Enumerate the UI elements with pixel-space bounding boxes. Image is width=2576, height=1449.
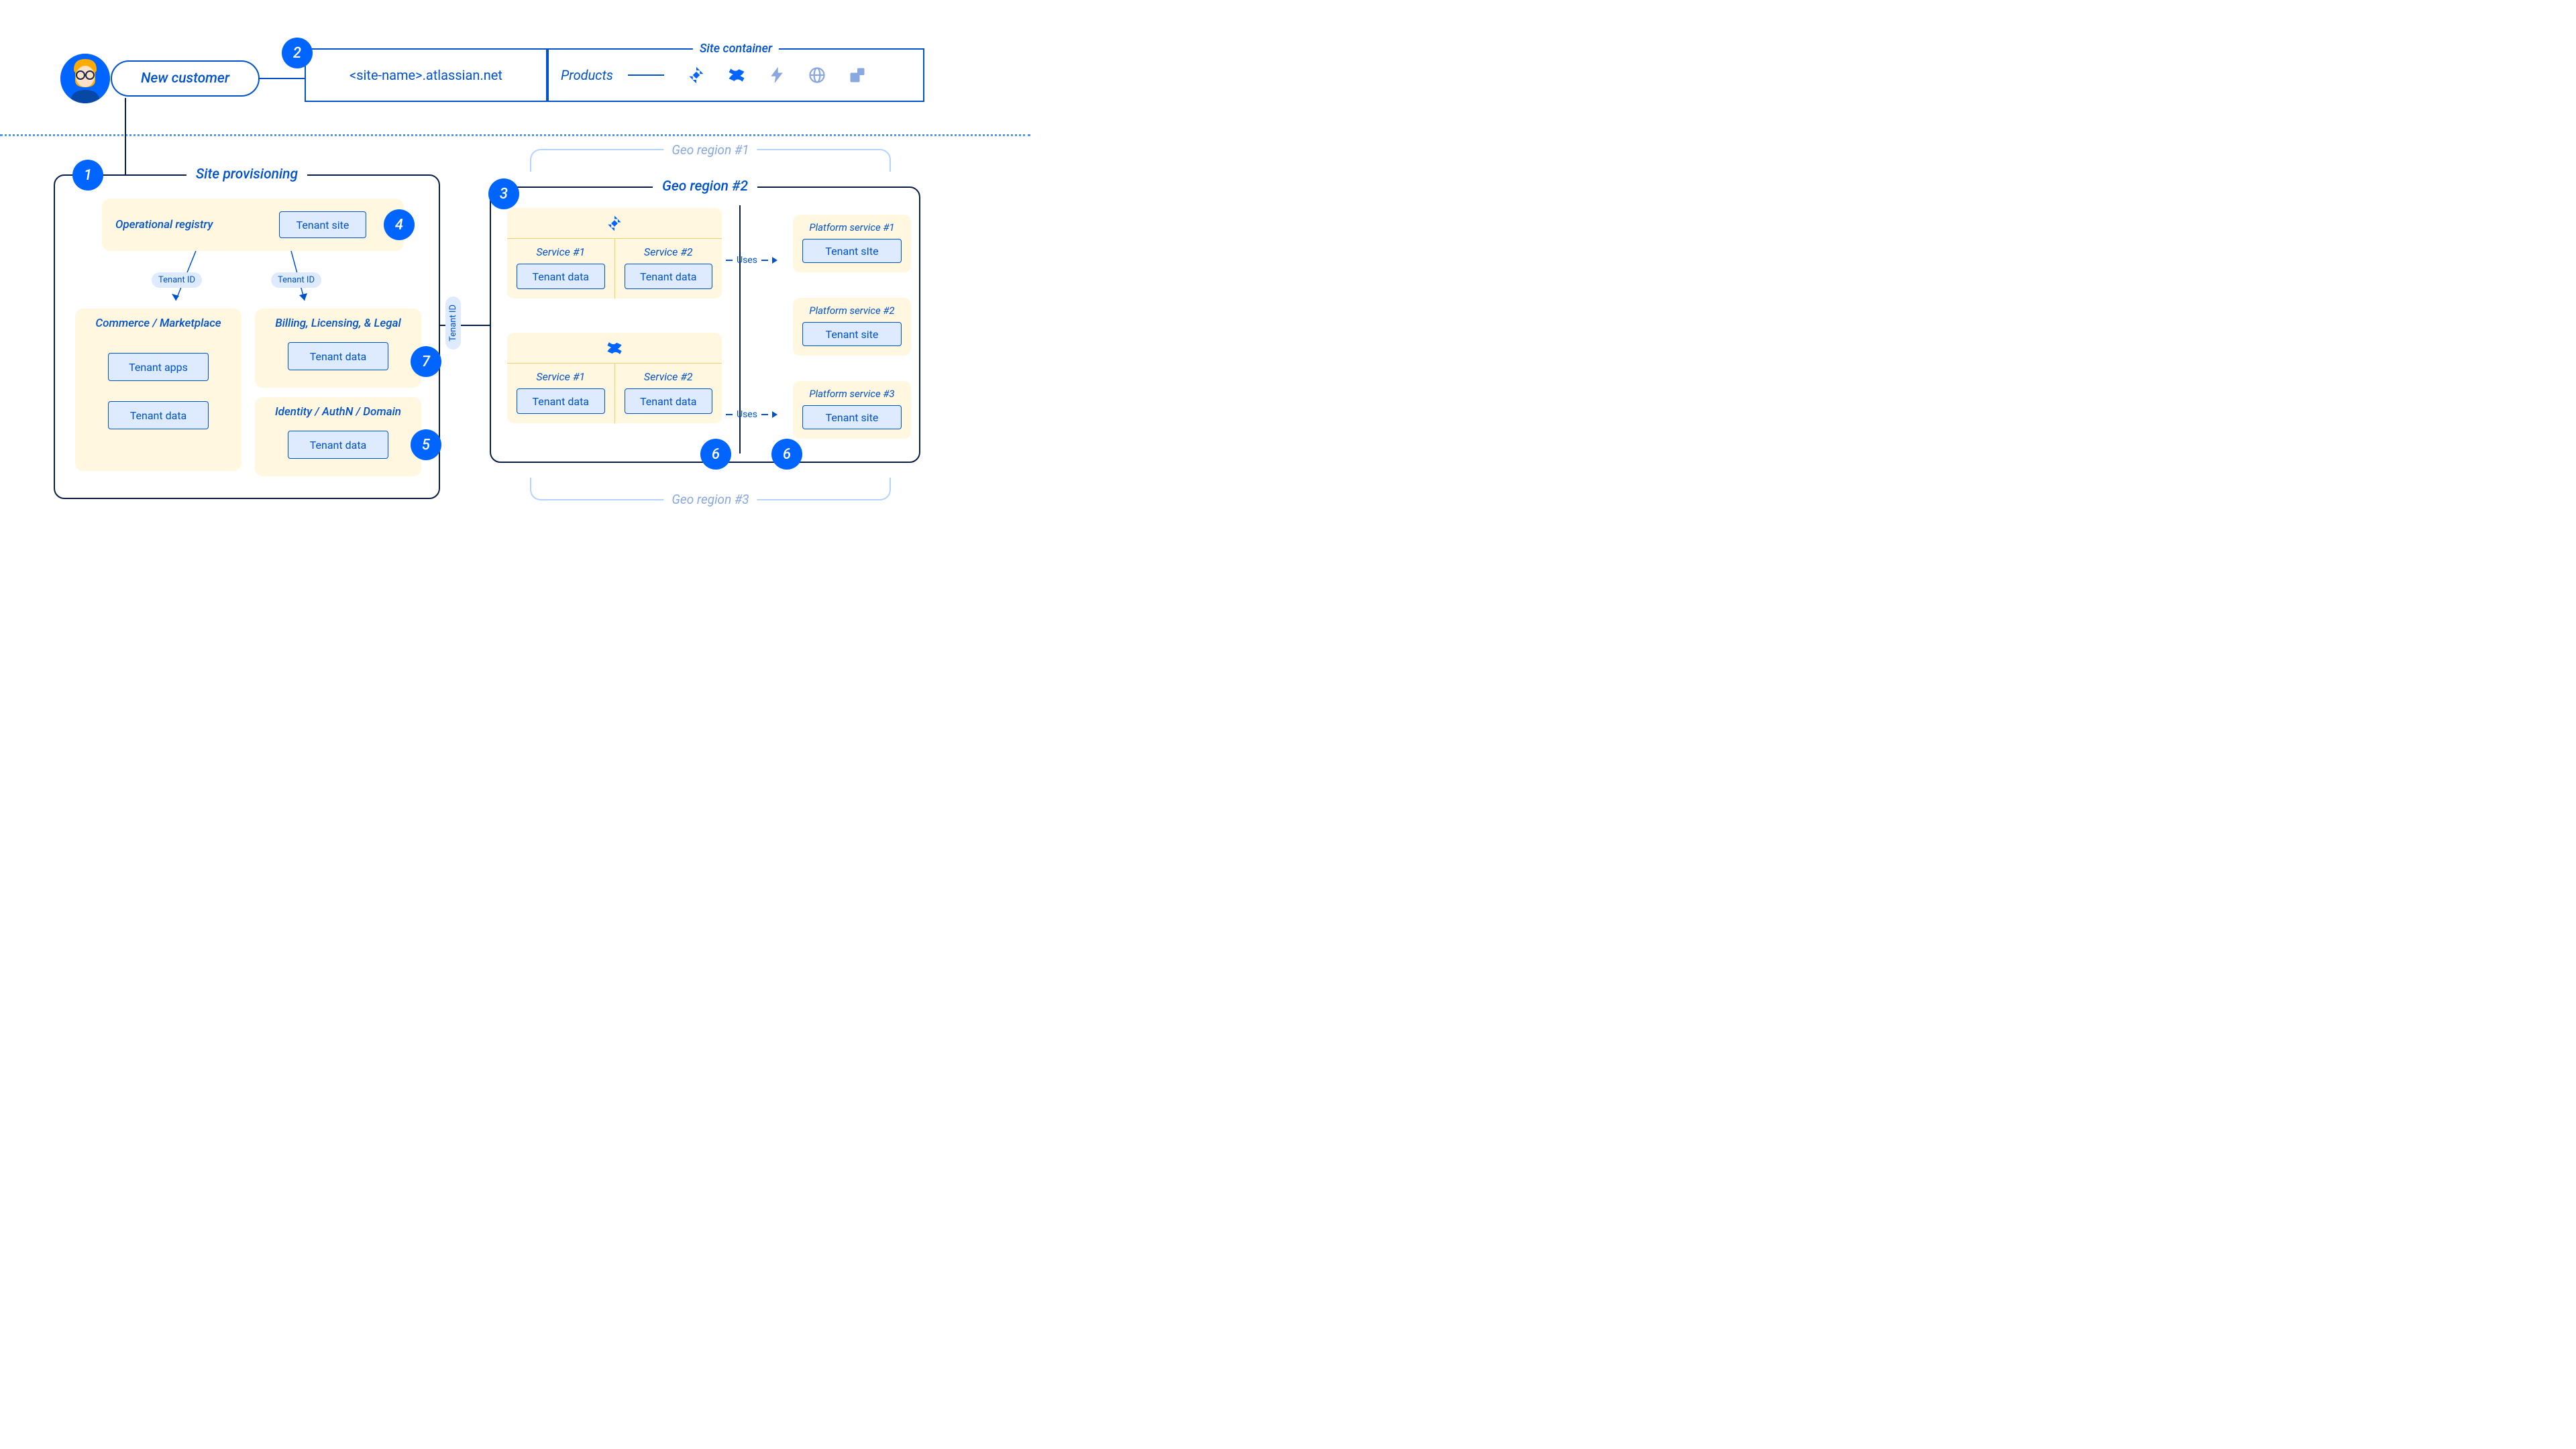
tenant-id-pill-vertical: Tenant ID <box>445 297 461 350</box>
jira-icon <box>606 215 623 232</box>
platform-service-3-title: Platform service #3 <box>802 388 902 400</box>
globe-icon <box>808 66 826 85</box>
products-connector <box>628 74 664 76</box>
service-1-box: Service #1 Tenant data <box>507 364 614 423</box>
geo-region-1-title: Geo region #1 <box>663 142 757 158</box>
platform-service-3: Platform service #3 Tenant site <box>793 381 911 439</box>
customer-avatar <box>60 54 110 103</box>
geo-region-2-title: Geo region #2 <box>653 178 757 195</box>
tenant-site-chip: Tenant site <box>279 211 366 238</box>
geo-region-3-ghost: Geo region #3 <box>530 478 891 500</box>
horizontal-dotted-separator <box>0 134 1030 136</box>
step-badge-6: 6 <box>771 439 802 470</box>
bolt-icon <box>767 66 786 85</box>
site-url-box: <site-name>.atlassian.net <box>305 48 547 102</box>
site-provisioning-container: Site provisioning Operational registry T… <box>54 174 440 499</box>
connector-line <box>125 98 126 176</box>
service-2-box: Service #2 Tenant data <box>614 239 722 299</box>
confluence-icon <box>727 66 746 85</box>
commerce-title: Commerce / Marketplace <box>75 309 241 330</box>
tenant-site-chip: Tenant sIte <box>802 239 902 263</box>
service-2-title: Service #2 <box>625 246 713 258</box>
geo-region-2-container: Geo region #2 3 Service #1 Tenant data S… <box>490 186 920 463</box>
platform-service-1-title: Platform service #1 <box>802 221 902 233</box>
tenant-data-chip: Tenant data <box>517 388 605 414</box>
jira-icon <box>687 66 706 85</box>
site-provisioning-title: Site provisioning <box>186 166 307 182</box>
geo-region-3-title: Geo region #3 <box>663 492 757 507</box>
uses-arrow: Uses <box>726 255 777 266</box>
tenant-data-chip: Tenant data <box>517 264 605 289</box>
tenant-data-chip: Tenant data <box>625 388 713 414</box>
tenant-id-pill: Tenant ID <box>152 272 202 288</box>
tenant-site-chip: Tenant site <box>802 405 902 429</box>
service-1-title: Service #1 <box>517 246 605 258</box>
geo-region-1-ghost: Geo region #1 <box>530 149 891 172</box>
new-customer-label: New customer <box>111 60 260 97</box>
step-badge-3: 3 <box>488 178 519 209</box>
service-1-box: Service #1 Tenant data <box>507 239 614 299</box>
site-url-text: <site-name>.atlassian.net <box>350 67 502 83</box>
products-label: Products <box>561 67 613 83</box>
platform-service-2-title: Platform service #2 <box>802 305 902 317</box>
external-icon <box>848 66 867 85</box>
step-badge-1: 1 <box>72 160 103 191</box>
service-2-box: Service #2 Tenant data <box>614 364 722 423</box>
identity-box: Identity / AuthN / Domain Tenant data <box>255 397 421 476</box>
product-icons-row <box>687 66 867 85</box>
tenant-apps-chip: Tenant apps <box>108 353 209 381</box>
operational-registry-title: Operational registry <box>115 218 213 231</box>
jira-services-block: Service #1 Tenant data Service #2 Tenant… <box>507 208 722 299</box>
confluence-icon <box>606 339 623 357</box>
service-2-title: Service #2 <box>625 370 713 383</box>
tenant-data-chip: Tenant data <box>625 264 713 289</box>
jira-block-icon <box>507 208 722 239</box>
site-container-box: Site container Products <box>547 48 924 102</box>
platform-service-2: Platform service #2 Tenant site <box>793 298 911 356</box>
identity-title: Identity / AuthN / Domain <box>255 397 421 419</box>
tenant-data-chip: Tenant data <box>108 401 209 429</box>
new-customer-text: New customer <box>141 70 229 87</box>
tenant-data-chip: Tenant data <box>288 342 388 370</box>
confluence-block-icon <box>507 333 722 364</box>
commerce-marketplace-box: Commerce / Marketplace Tenant apps Tenan… <box>75 309 241 471</box>
step-badge-5: 5 <box>411 429 441 460</box>
step-badge-7: 7 <box>411 346 441 377</box>
connector-line <box>260 78 305 79</box>
tenant-data-chip: Tenant data <box>288 431 388 459</box>
avatar-illustration <box>60 54 110 103</box>
tenant-id-pill: Tenant ID <box>271 272 321 288</box>
billing-box: Billing, Licensing, & Legal Tenant data <box>255 309 421 388</box>
step-badge-6: 6 <box>700 439 731 470</box>
site-container-title: Site container <box>693 42 779 56</box>
step-badge-4: 4 <box>384 209 415 240</box>
platform-service-1: Platform service #1 Tenant sIte <box>793 215 911 272</box>
uses-arrow: Uses <box>726 409 777 420</box>
step-badge-2: 2 <box>282 38 313 68</box>
confluence-services-block: Service #1 Tenant data Service #2 Tenant… <box>507 333 722 423</box>
billing-title: Billing, Licensing, & Legal <box>255 309 421 330</box>
tenant-site-chip: Tenant site <box>802 322 902 346</box>
service-1-title: Service #1 <box>517 370 605 383</box>
operational-registry-box: Operational registry Tenant site <box>102 199 404 251</box>
